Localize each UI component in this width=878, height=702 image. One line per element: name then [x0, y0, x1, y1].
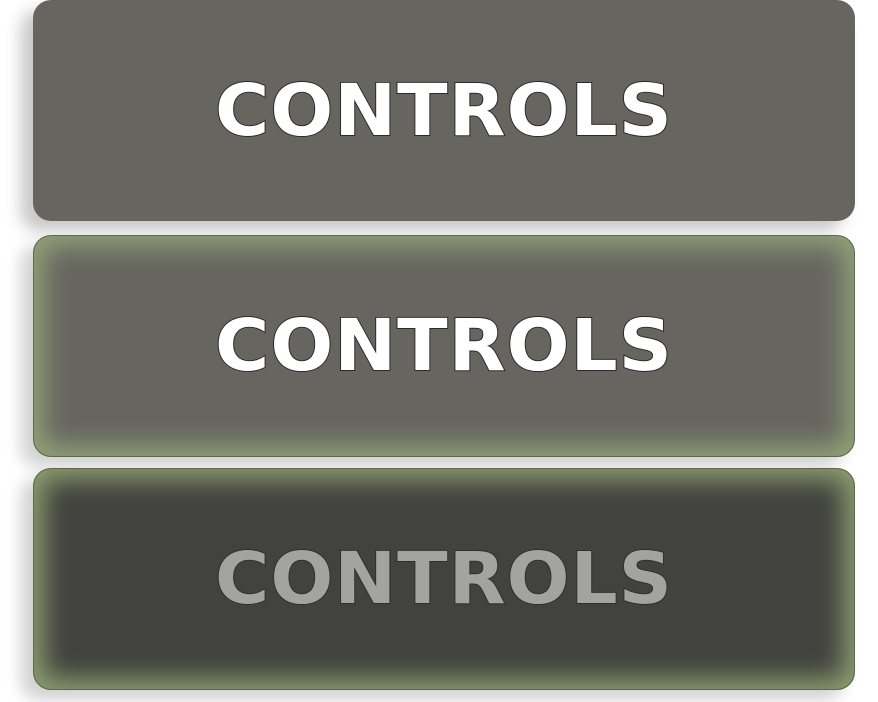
controls-button-normal[interactable]: CONTROLS — [33, 0, 855, 221]
button-state-sheet: CONTROLS CONTROLS CONTROLS — [0, 0, 878, 702]
controls-button-label: CONTROLS — [214, 304, 673, 388]
controls-button-label: CONTROLS — [214, 537, 673, 621]
controls-button-hover[interactable]: CONTROLS — [33, 235, 855, 457]
controls-button-label: CONTROLS — [214, 69, 673, 152]
controls-button-pressed[interactable]: CONTROLS — [33, 468, 855, 690]
